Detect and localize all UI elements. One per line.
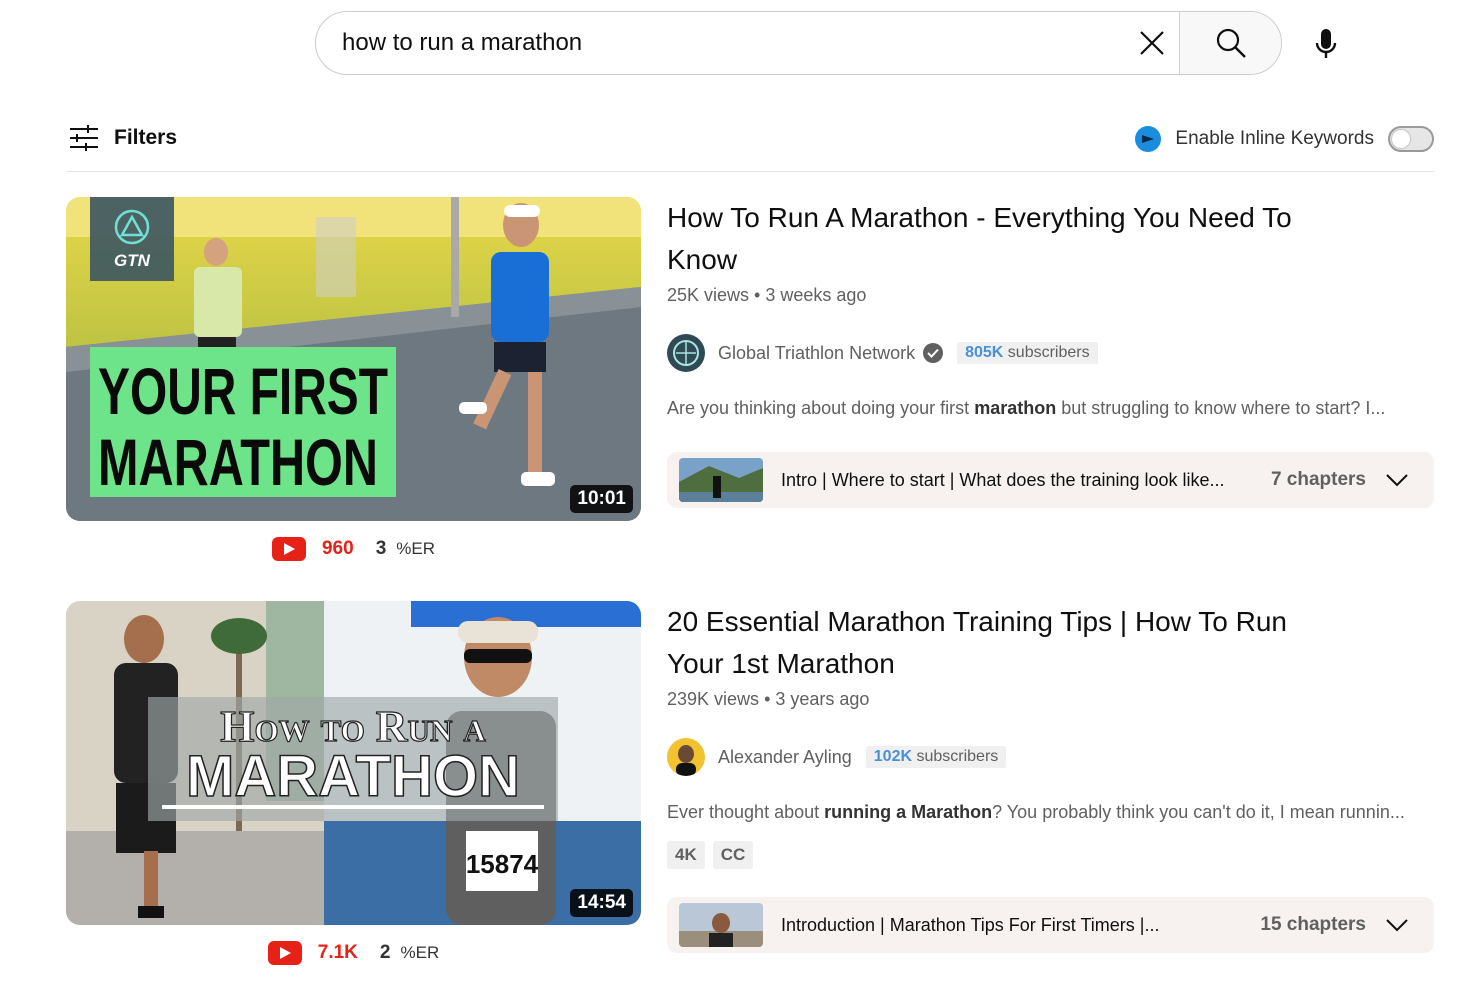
close-icon: [1140, 31, 1164, 55]
chapters-bar[interactable]: Intro | Where to start | What does the t…: [667, 452, 1434, 508]
video-badges: 4K CC: [667, 841, 1434, 869]
channel-avatar[interactable]: [667, 738, 705, 776]
thumbnail-title-line-2: MARATHON: [98, 425, 378, 499]
badge-cc: CC: [712, 841, 754, 869]
view-count: 239K views: [667, 689, 760, 709]
inline-keywords-control: Enable Inline Keywords: [1135, 126, 1434, 152]
upload-age: 3 years ago: [775, 689, 870, 709]
filters-button[interactable]: Filters: [68, 124, 177, 152]
filter-sliders-icon: [70, 125, 98, 151]
view-count: 25K views: [667, 285, 750, 305]
chapter-count: 15 chapters: [1260, 914, 1366, 935]
video-result: 15874 How to Run a MARATHON 14:54 7.1K 2…: [66, 601, 1434, 981]
filters-label: Filters: [114, 126, 178, 149]
video-thumbnail[interactable]: GTN YOUR FIRST MARATHON 10:01: [66, 197, 641, 521]
channel-name[interactable]: Alexander Ayling: [718, 747, 852, 768]
chapter-titles: Intro | Where to start | What does the t…: [781, 469, 1225, 490]
channel-avatar[interactable]: [667, 334, 705, 372]
video-thumbnail[interactable]: 15874 How to Run a MARATHON 14:54: [66, 601, 641, 925]
channel-row: Global Triathlon Network 805K subscriber…: [667, 334, 1434, 372]
video-meta: 25K views • 3 weeks ago: [667, 285, 867, 305]
chapter-count: 7 chapters: [1270, 469, 1366, 490]
video-title[interactable]: 20 Essential Marathon Training Tips | Ho…: [667, 601, 1317, 685]
channel-name[interactable]: Global Triathlon Network: [718, 343, 915, 364]
thumbnail-title-line-1: YOUR FIRST: [98, 354, 388, 428]
clear-search-button[interactable]: [1125, 12, 1179, 74]
channel-row: Alexander Ayling 102K subscribers: [667, 738, 1434, 776]
search-button[interactable]: [1179, 12, 1281, 74]
video-description: Ever thought about running a Marathon? Y…: [667, 802, 1405, 822]
subscriber-count: 102K subscribers: [865, 746, 1007, 768]
inline-keywords-label: Enable Inline Keywords: [1175, 128, 1374, 149]
stat-er: 3: [375, 538, 387, 559]
thumbnail-image: 15874 How to Run a MARATHON: [66, 601, 641, 925]
verified-check-icon: [923, 343, 944, 363]
search-icon: [1216, 28, 1246, 58]
thumbnail-title-line-2: MARATHON: [186, 744, 520, 809]
stat-er: 2: [379, 942, 391, 963]
inline-keywords-toggle[interactable]: [1388, 126, 1434, 152]
video-meta: 239K views • 3 years ago: [667, 689, 870, 709]
keywords-extension-logo-icon: [1135, 126, 1162, 152]
svg-text:GTN: GTN: [114, 251, 151, 270]
video-info: How To Run A Marathon - Everything You N…: [667, 197, 1434, 508]
video-duration: 14:54: [570, 889, 633, 917]
stat-views: 7.1K: [317, 942, 358, 963]
chapter-thumbnail: [679, 458, 763, 502]
divider: [66, 171, 1434, 172]
search-input[interactable]: [316, 12, 1125, 74]
chevron-down-icon: [1386, 473, 1408, 487]
youtube-play-icon: [271, 537, 306, 561]
youtube-play-icon: [267, 941, 302, 965]
video-info: 20 Essential Marathon Training Tips | Ho…: [667, 601, 1434, 953]
video-result: GTN YOUR FIRST MARATHON 10:01 960 3 %ER …: [66, 197, 1434, 567]
video-stats: 960 3 %ER: [66, 537, 641, 561]
video-title[interactable]: How To Run A Marathon - Everything You N…: [667, 197, 1317, 281]
stat-er-unit: %ER: [400, 943, 440, 962]
voice-search-button[interactable]: [1300, 18, 1352, 70]
chapter-titles: Introduction | Marathon Tips For First T…: [781, 914, 1160, 935]
subscriber-count: 805K subscribers: [957, 342, 1098, 364]
toggle-knob: [1392, 130, 1410, 148]
chapters-bar[interactable]: Introduction | Marathon Tips For First T…: [667, 897, 1434, 953]
badge-4k: 4K: [667, 841, 705, 869]
race-bib-number: 15874: [466, 849, 539, 879]
stat-er-unit: %ER: [396, 539, 435, 558]
video-stats: 7.1K 2 %ER: [66, 941, 641, 965]
microphone-icon: [1315, 29, 1337, 58]
stat-views: 960: [321, 538, 354, 559]
video-duration: 10:01: [570, 485, 633, 513]
chapter-thumbnail: [679, 903, 763, 947]
chevron-down-icon: [1386, 918, 1408, 932]
search-bar: [315, 11, 1282, 75]
thumbnail-image: GTN YOUR FIRST MARATHON: [66, 197, 641, 521]
video-description: Are you thinking about doing your first …: [667, 398, 1386, 418]
upload-age: 3 weeks ago: [765, 285, 867, 305]
